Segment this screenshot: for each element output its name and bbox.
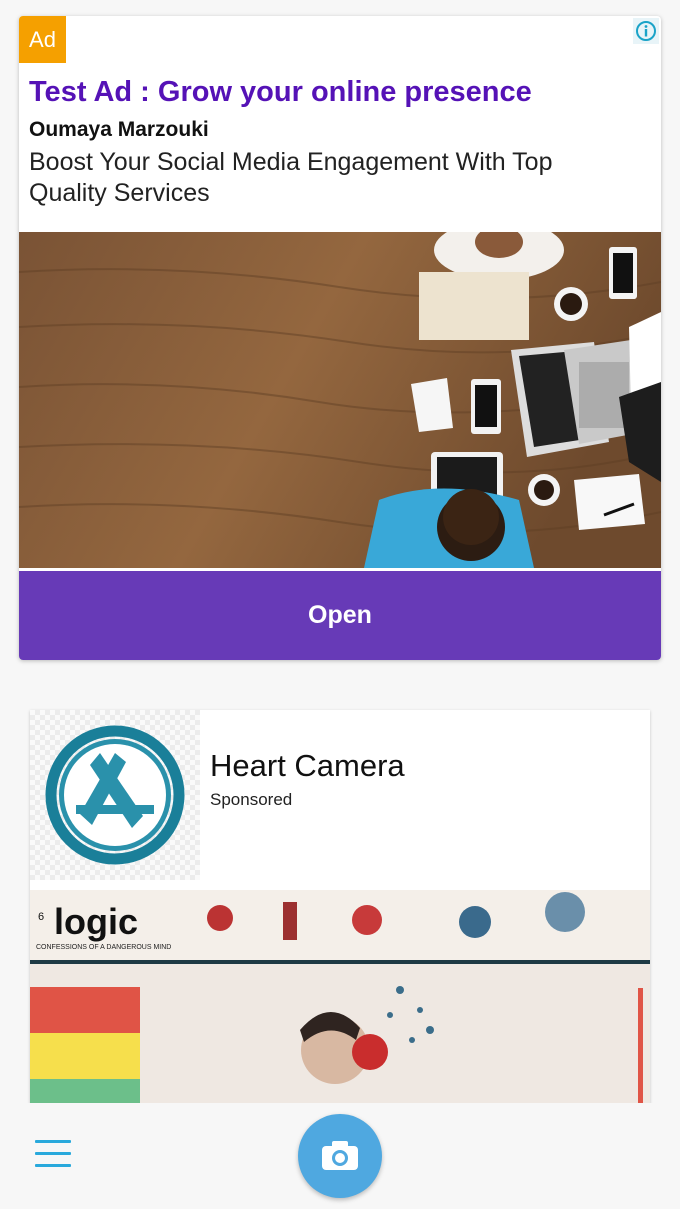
ad-body-text: Boost Your Social Media Engagement With … (29, 148, 553, 207)
hamburger-icon[interactable] (35, 1140, 71, 1170)
ad-badge: Ad (19, 16, 66, 63)
ad-advertiser: Oumaya Marzouki (29, 118, 209, 141)
native-ad-title[interactable]: Heart Camera (210, 748, 405, 784)
ad-headline[interactable]: Test Ad : Grow your online presence (29, 76, 532, 109)
app-icon[interactable] (30, 710, 200, 880)
album-side-number: 6 (38, 911, 44, 923)
ad-image[interactable] (19, 232, 661, 568)
native-ad-image[interactable]: 6 logic CONFESSIONS OF A DANGEROUS MIND (30, 890, 650, 1130)
album-logo-text: logic (54, 901, 138, 942)
ad-card[interactable]: Ad Test Ad : Grow your online presence O… (19, 16, 661, 660)
app-store-icon (45, 725, 185, 865)
sponsored-label: Sponsored (210, 790, 293, 809)
camera-button[interactable] (298, 1114, 382, 1198)
camera-icon (322, 1141, 358, 1170)
album-tagline: CONFESSIONS OF A DANGEROUS MIND (36, 944, 171, 951)
open-button[interactable]: Open (19, 571, 661, 660)
native-ad-card[interactable]: Heart Camera Sponsored 6 logic CONFESSIO… (30, 710, 650, 1130)
info-icon[interactable] (633, 18, 659, 44)
